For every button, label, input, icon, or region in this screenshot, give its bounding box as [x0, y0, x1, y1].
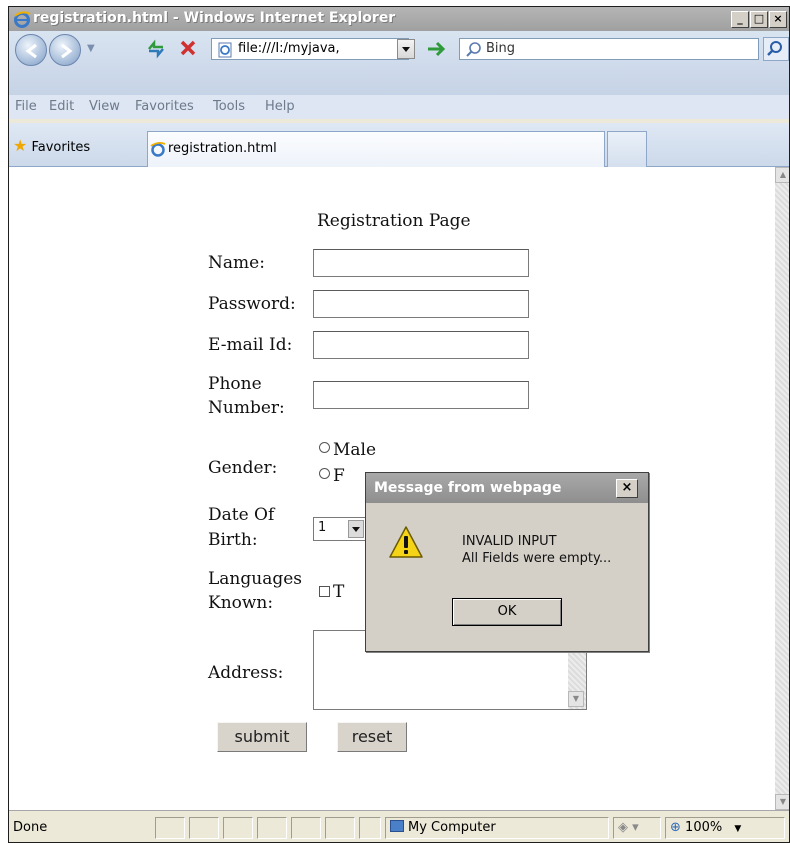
star-icon: ★	[13, 136, 28, 155]
minimize-button[interactable]: _	[731, 11, 749, 28]
female-label: F	[333, 466, 345, 486]
ok-button[interactable]: OK	[452, 598, 562, 626]
menu-bar: File Edit View Favorites Tools Help	[9, 95, 789, 119]
ie-logo-icon	[13, 10, 31, 28]
warning-icon	[388, 525, 424, 561]
navigation-toolbar: ▼ file:///I:/myjava, Bing	[9, 31, 789, 95]
languages-label-line1: Languages	[208, 569, 303, 589]
status-cell	[291, 817, 321, 839]
page-icon	[217, 42, 233, 58]
menu-help[interactable]: Help	[265, 99, 295, 114]
forward-button[interactable]	[49, 34, 81, 66]
status-cell	[325, 817, 355, 839]
title-bar: registration.html - Windows Internet Exp…	[9, 7, 789, 31]
search-icon	[465, 41, 483, 59]
status-text: Done	[13, 820, 48, 835]
address-dropdown-button[interactable]	[397, 39, 415, 59]
zone-text: My Computer	[408, 820, 496, 835]
shield-icon: ◈ ▾	[618, 820, 639, 835]
status-cell	[189, 817, 219, 839]
search-placeholder: Bing	[486, 41, 516, 56]
phone-label-line2: Number:	[208, 398, 285, 418]
close-window-button[interactable]: ×	[769, 11, 787, 28]
dob-label-line2: Birth:	[208, 530, 258, 550]
dob-day-value: 1	[318, 520, 327, 535]
scroll-down-icon[interactable]: ▼	[568, 691, 584, 707]
languages-label-line2: Known:	[208, 593, 274, 613]
favorites-label: Favorites	[31, 140, 91, 155]
email-input[interactable]	[313, 331, 529, 359]
favorites-button[interactable]: ★ Favorites	[13, 136, 90, 155]
menu-file[interactable]: File	[15, 99, 37, 114]
dialog-close-button[interactable]: ×	[616, 479, 638, 498]
history-dropdown-icon[interactable]: ▼	[87, 43, 95, 54]
ie-window: registration.html - Windows Internet Exp…	[8, 6, 790, 843]
menu-edit[interactable]: Edit	[49, 99, 74, 114]
gender-male-option[interactable]: Male	[319, 439, 376, 461]
scroll-up-icon[interactable]: ▲	[775, 167, 789, 183]
password-label: Password:	[208, 294, 296, 314]
stop-icon[interactable]	[177, 37, 199, 59]
search-field[interactable]: Bing	[459, 38, 759, 60]
new-tab-button[interactable]	[607, 131, 647, 167]
menu-favorites[interactable]: Favorites	[135, 99, 194, 114]
tab-title: registration.html	[168, 141, 277, 156]
chevron-down-icon[interactable]	[348, 520, 364, 538]
menu-view[interactable]: View	[89, 99, 120, 114]
protected-mode-button[interactable]: ◈ ▾	[613, 817, 661, 839]
phone-input[interactable]	[313, 381, 529, 409]
page-heading: Registration Page	[317, 211, 471, 231]
search-button[interactable]	[763, 37, 789, 61]
dialog-message: INVALID INPUT All Fields were empty...	[462, 533, 611, 567]
name-label: Name:	[208, 253, 265, 273]
male-label: Male	[333, 440, 377, 460]
maximize-button[interactable]: □	[750, 11, 768, 28]
address-field[interactable]: file:///I:/myjava,	[211, 38, 409, 60]
menu-tools[interactable]: Tools	[213, 99, 245, 114]
language-option-label: T	[333, 582, 345, 602]
computer-icon	[390, 820, 404, 832]
address-label: Address:	[208, 663, 284, 683]
female-radio[interactable]	[319, 468, 330, 479]
password-input[interactable]	[313, 290, 529, 318]
zone-indicator[interactable]: My Computer	[385, 817, 609, 839]
gender-label: Gender:	[208, 458, 278, 478]
zoom-level: 100%	[685, 820, 723, 835]
dialog-title: Message from webpage	[374, 480, 562, 496]
dialog-title-bar: Message from webpage	[366, 473, 648, 503]
zoom-icon: ⊕	[670, 820, 681, 835]
status-cell	[223, 817, 253, 839]
chevron-down-icon: ▼	[734, 824, 742, 834]
compatibility-view-icon[interactable]	[145, 37, 167, 59]
zoom-button[interactable]: ⊕ 100% ▼	[665, 817, 785, 839]
dob-label-line1: Date Of	[208, 505, 275, 525]
address-text: file:///I:/myjava,	[238, 41, 340, 56]
email-label: E-mail Id:	[208, 335, 293, 355]
gender-female-option[interactable]: F	[319, 465, 345, 487]
scroll-down-icon[interactable]: ▼	[775, 794, 789, 810]
alert-dialog: Message from webpage × INVALID INPUT All…	[365, 472, 649, 652]
dob-day-select[interactable]: 1	[313, 517, 367, 541]
go-arrow-icon[interactable]	[425, 38, 449, 60]
name-input[interactable]	[313, 249, 529, 277]
tab-registration[interactable]: registration.html	[147, 131, 605, 167]
dialog-message-line2: All Fields were empty...	[462, 551, 612, 566]
reset-button[interactable]: reset	[337, 722, 407, 752]
dialog-message-line1: INVALID INPUT	[462, 534, 557, 549]
language-checkbox[interactable]	[319, 586, 330, 597]
page-scrollbar[interactable]: ▲ ▼	[775, 167, 789, 810]
submit-button[interactable]: submit	[217, 722, 307, 752]
tab-bar: ★ Favorites registration.html	[9, 123, 789, 167]
language-option[interactable]: T	[319, 581, 344, 603]
male-radio[interactable]	[319, 442, 330, 453]
status-cell	[257, 817, 287, 839]
phone-label-line1: Phone	[208, 374, 262, 394]
back-button[interactable]	[15, 34, 47, 66]
status-bar: Done My Computer ◈ ▾ ⊕ 100% ▼	[9, 810, 789, 842]
window-title: registration.html - Windows Internet Exp…	[33, 10, 396, 26]
status-cell	[359, 817, 381, 839]
ie-tab-icon	[150, 141, 166, 157]
status-cell	[155, 817, 185, 839]
